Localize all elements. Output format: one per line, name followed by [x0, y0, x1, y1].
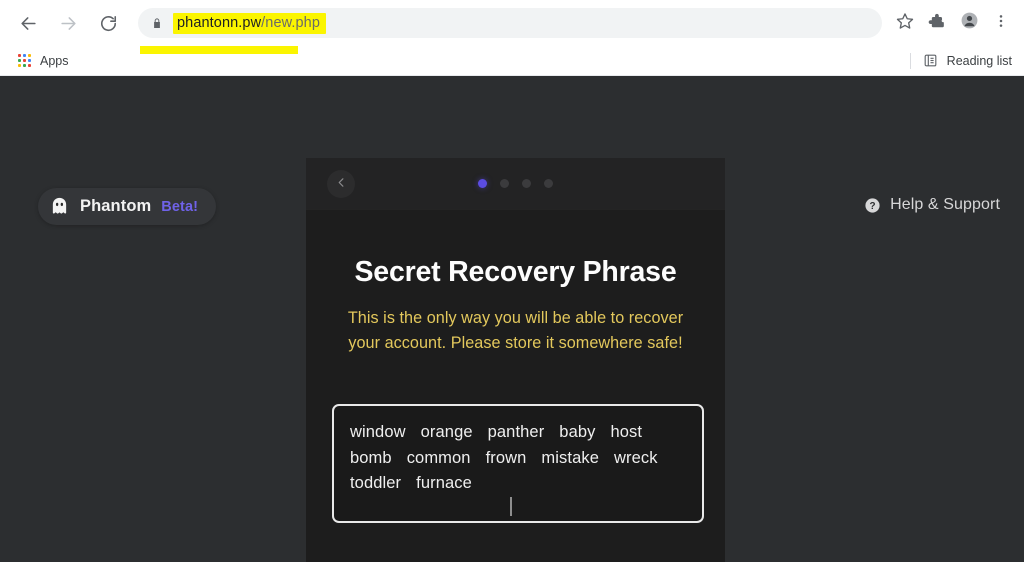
phrase-word: bomb — [350, 448, 392, 467]
phrase-word: host — [610, 423, 643, 442]
chrome-menu-button[interactable] — [986, 8, 1016, 38]
step-dot-3[interactable] — [522, 179, 531, 188]
bookmark-apps-label: Apps — [40, 53, 69, 68]
phrase-word: panther — [487, 423, 545, 442]
panel-back-button[interactable] — [327, 170, 355, 198]
step-dot-2[interactable] — [500, 179, 509, 188]
lock-icon — [150, 16, 164, 30]
toolbar-icon-group — [890, 8, 1016, 38]
phantom-brand-badge[interactable]: Phantom Beta! — [38, 188, 217, 225]
question-circle-icon: ? — [864, 197, 881, 214]
step-indicator — [478, 179, 553, 188]
svg-text:?: ? — [870, 201, 876, 212]
url-host: phantonn.pw — [177, 14, 262, 31]
bookmarks-bar: Apps Reading list — [0, 46, 1024, 76]
apps-grid-icon — [16, 53, 32, 69]
help-and-support-label: Help & Support — [890, 196, 1000, 213]
phrase-word: common — [406, 448, 471, 467]
recovery-phrase-box[interactable]: window orange panther baby host bomb common fro… — [332, 404, 704, 524]
back-button[interactable] — [13, 8, 43, 38]
page-content: Phantom Beta! ? Help & Support Secret Re — [0, 76, 1024, 562]
phrase-word: baby — [559, 423, 596, 442]
phrase-word: furnace — [416, 474, 472, 493]
panel-header — [306, 158, 725, 210]
browser-toolbar: phantonn.pw/new.php — [0, 0, 1024, 46]
step-dot-1[interactable] — [478, 179, 487, 188]
arrow-left-icon — [19, 14, 38, 33]
address-bar[interactable]: phantonn.pw/new.php — [138, 8, 882, 38]
bookmark-star-button[interactable] — [890, 8, 920, 38]
star-icon — [896, 12, 914, 35]
phrase-word: frown — [485, 448, 527, 467]
three-dot-menu-icon — [993, 13, 1009, 34]
reading-list-icon — [923, 53, 939, 69]
help-and-support-link[interactable]: ? Help & Support — [864, 196, 1000, 214]
forward-button[interactable] — [53, 8, 83, 38]
phrase-word: window — [350, 423, 406, 442]
profile-button[interactable] — [954, 8, 984, 38]
url-highlight-bleed — [140, 46, 298, 54]
browser-chrome: phantonn.pw/new.php Apps Reading list — [0, 0, 1024, 76]
warning-text: This is the only way you will be able to… — [347, 309, 684, 353]
reading-list-label[interactable]: Reading list — [947, 54, 1012, 68]
puzzle-icon — [928, 12, 946, 35]
step-dot-4[interactable] — [544, 179, 553, 188]
brand-name: Phantom — [80, 197, 152, 215]
phrase-word: orange — [420, 423, 473, 442]
reload-icon — [99, 14, 118, 33]
brand-beta-tag: Beta! — [161, 198, 199, 215]
chevron-left-icon — [336, 175, 347, 193]
panel-body: Secret Recovery Phrase This is the only … — [306, 210, 725, 562]
text-caret — [510, 497, 512, 517]
phrase-word: toddler — [350, 474, 402, 493]
ghost-icon — [49, 196, 70, 217]
recovery-phrase-words: window orange panther baby host bomb common fro… — [350, 421, 686, 495]
arrow-right-icon — [59, 14, 78, 33]
wallet-panel: Secret Recovery Phrase This is the only … — [306, 158, 725, 562]
bookmarks-bar-right: Reading list — [909, 52, 1014, 69]
bookmark-apps[interactable]: Apps — [10, 51, 75, 71]
url-text[interactable]: phantonn.pw/new.php — [173, 12, 327, 34]
account-avatar-icon — [960, 11, 979, 35]
reload-button[interactable] — [93, 8, 123, 38]
extensions-button[interactable] — [922, 8, 952, 38]
page-title: Secret Recovery Phrase — [354, 256, 677, 288]
bookmarks-divider — [909, 52, 911, 69]
phrase-word: mistake — [541, 448, 599, 467]
phrase-word: wreck — [613, 448, 658, 467]
url-path: /new.php — [261, 14, 321, 31]
